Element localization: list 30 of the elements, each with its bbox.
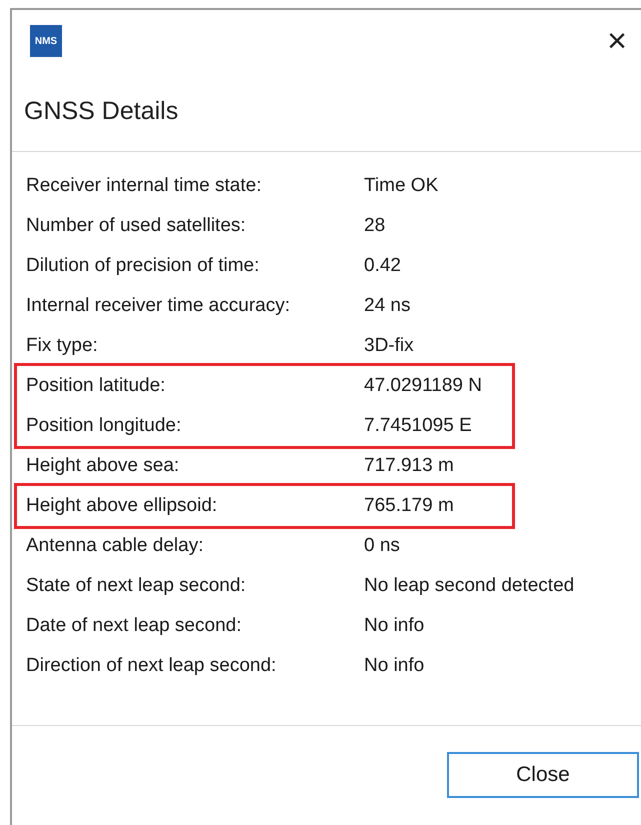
close-button[interactable]: × (607, 24, 627, 58)
field-label: Internal receiver time accuracy: (26, 294, 291, 318)
field-value: 3D-fix (364, 334, 414, 358)
close-dialog-button[interactable]: Close (447, 752, 639, 798)
field-value: 765.179 m (364, 494, 454, 518)
field-value: 717.913 m (364, 454, 454, 478)
field-label: Position latitude: (26, 374, 166, 398)
field-label: State of next leap second: (26, 574, 247, 598)
logo-icon: NMS (30, 25, 62, 57)
field-label: Dilution of precision of time: (26, 254, 260, 278)
field-value: 28 (364, 214, 386, 238)
field-label: Direction of next leap second: (26, 654, 278, 678)
field-value: No info (364, 654, 424, 678)
field-value: 47.0291189 N (364, 374, 482, 398)
field-label: Position longitude: (26, 414, 182, 438)
field-label: Height above ellipsoid: (26, 494, 218, 518)
field-value: No info (364, 614, 424, 638)
field-value: Time OK (364, 174, 438, 198)
field-label: Number of used satellites: (26, 214, 247, 238)
field-label: Antenna cable delay: (26, 534, 204, 558)
field-label: Date of next leap second: (26, 614, 242, 638)
field-value: No leap second detected (364, 574, 574, 598)
field-value: 0.42 (364, 254, 401, 278)
field-label: Fix type: (26, 334, 99, 358)
field-value: 24 ns (364, 294, 410, 318)
field-value: 7.7451095 E (364, 414, 472, 438)
field-value: 0 ns (364, 534, 400, 558)
field-label: Height above sea: (26, 454, 180, 478)
dialog-title: GNSS Details (24, 96, 178, 127)
field-label: Receiver internal time state: (26, 174, 262, 198)
